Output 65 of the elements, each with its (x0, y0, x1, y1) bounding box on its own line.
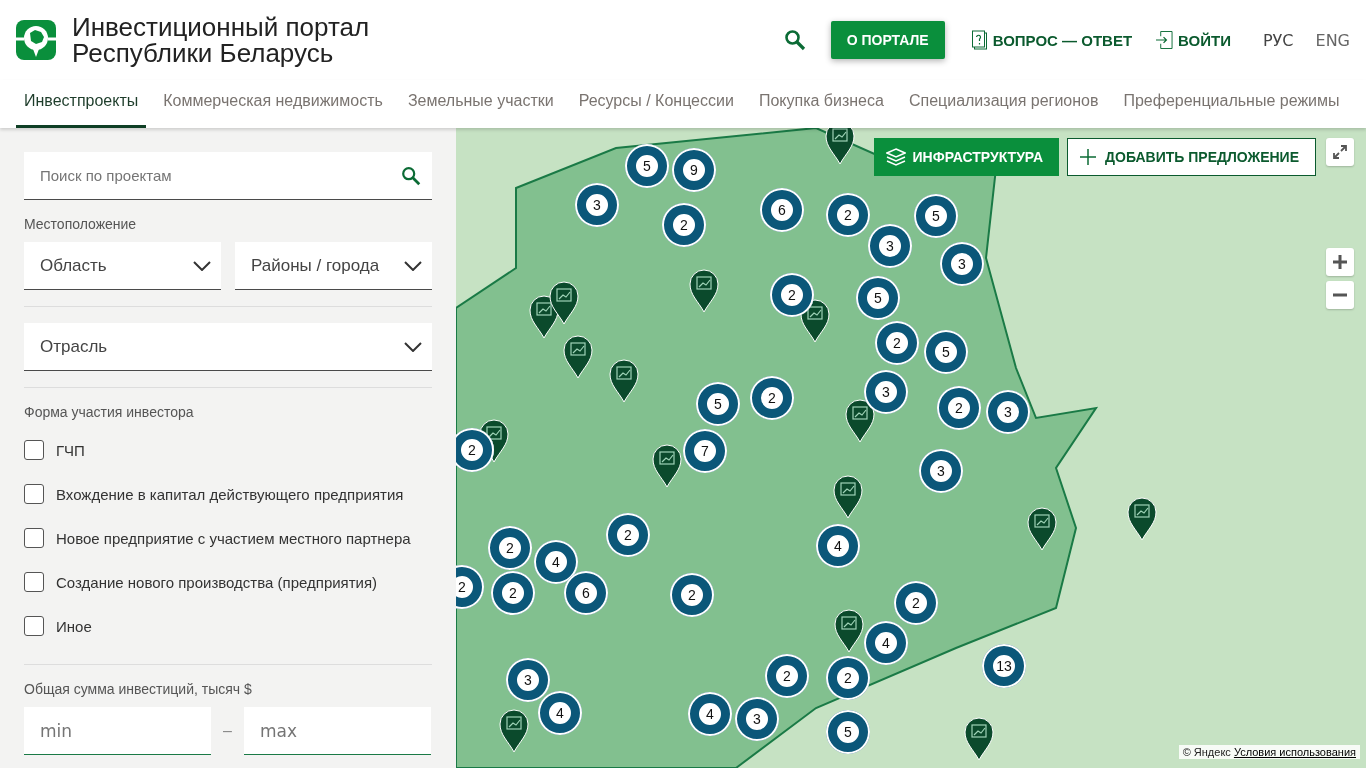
pin-marker-icon[interactable] (563, 335, 593, 379)
copyright-text: © Яндекс (1182, 746, 1231, 758)
checkbox-label[interactable]: ГЧП (56, 441, 85, 459)
field-label: Общая сумма инвестиций, тысяч $ (24, 681, 253, 697)
chevron-icon (404, 341, 422, 352)
search-field[interactable]: Поиск по проектам (24, 152, 432, 200)
checkbox-label[interactable]: Вхождение в капитал действующего предприятия (56, 485, 404, 503)
nav-tab[interactable]: Специализация регионов (900, 80, 1107, 128)
login-icon[interactable] (1156, 30, 1174, 50)
nav-tab[interactable]: Покупка бизнеса (750, 80, 892, 128)
pin-marker-icon[interactable] (825, 128, 855, 165)
range-dash: – (223, 722, 232, 740)
pin-marker-icon[interactable] (964, 717, 994, 761)
about-button[interactable]: О ПОРТАЛЕ (830, 21, 945, 59)
checkbox[interactable] (24, 484, 44, 504)
terms-link[interactable]: Условия использования (1233, 746, 1356, 758)
nav-tab[interactable]: Ресурсы / Концессии (570, 80, 742, 128)
nav-tab[interactable]: Преференциальные режимы (1115, 80, 1348, 128)
min-input[interactable]: min (24, 707, 211, 755)
layers-icon (885, 148, 906, 166)
checkbox-label[interactable]: Новое предприятие с участием местного партнера (56, 529, 411, 547)
plus-icon (1332, 254, 1348, 270)
pin-marker-icon[interactable] (833, 475, 863, 519)
question-document-icon[interactable] (970, 30, 988, 50)
region-dropdown[interactable]: Область (24, 242, 221, 290)
checkbox[interactable] (24, 616, 44, 636)
nav-tab[interactable]: Земельные участки (399, 80, 562, 128)
checkbox[interactable] (24, 572, 44, 592)
infrastructure-button[interactable]: ИНФРАСТРУКТУРА (873, 138, 1060, 176)
chevron-icon (193, 260, 211, 271)
site-title: Инвестиционный портал (72, 14, 370, 40)
expand-icon (1332, 144, 1348, 160)
industry-dropdown[interactable]: Отрасль (24, 323, 432, 371)
field-label: Местоположение (24, 216, 138, 232)
pin-marker-icon[interactable] (1127, 497, 1157, 541)
search-icon[interactable] (782, 28, 807, 52)
language-link[interactable]: РУС (1262, 30, 1294, 50)
logo-icon[interactable] (16, 20, 56, 60)
pin-marker-icon[interactable] (549, 281, 579, 325)
pin-marker-icon[interactable] (652, 444, 682, 488)
pin-marker-icon[interactable] (1027, 507, 1057, 551)
checkbox[interactable] (24, 440, 44, 460)
checkbox[interactable] (24, 528, 44, 548)
checkbox-label[interactable]: Иное (56, 617, 92, 635)
language-link[interactable]: ENG (1315, 30, 1350, 50)
pin-marker-icon[interactable] (499, 709, 529, 753)
field-label: Форма участия инвестора (24, 404, 195, 420)
pin-marker-icon[interactable] (609, 359, 639, 403)
plus-icon (1080, 149, 1097, 165)
faq-link[interactable]: ВОПРОС — ОТВЕТ (992, 31, 1133, 49)
pin-marker-icon[interactable] (689, 269, 719, 313)
max-input[interactable]: max (243, 707, 431, 755)
search-icon[interactable] (400, 165, 422, 187)
pin-marker-icon[interactable] (834, 609, 864, 653)
district-dropdown[interactable]: Районы / города (235, 242, 432, 290)
nav-tab[interactable]: Коммерческая недвижимость (155, 80, 391, 128)
zoom-in-button[interactable] (1326, 248, 1354, 276)
fullscreen-button[interactable] (1326, 138, 1354, 166)
chevron-icon (404, 260, 422, 271)
add-proposal-button[interactable]: ДОБАВИТЬ ПРЕДЛОЖЕНИЕ (1067, 138, 1316, 176)
pin-marker-icon[interactable] (845, 399, 875, 443)
login-link[interactable]: ВОЙТИ (1178, 31, 1231, 49)
zoom-out-button[interactable] (1326, 281, 1354, 309)
site-title: Республики Беларусь (72, 40, 334, 66)
checkbox-label[interactable]: Создание нового производства (предприятия) (56, 573, 378, 591)
